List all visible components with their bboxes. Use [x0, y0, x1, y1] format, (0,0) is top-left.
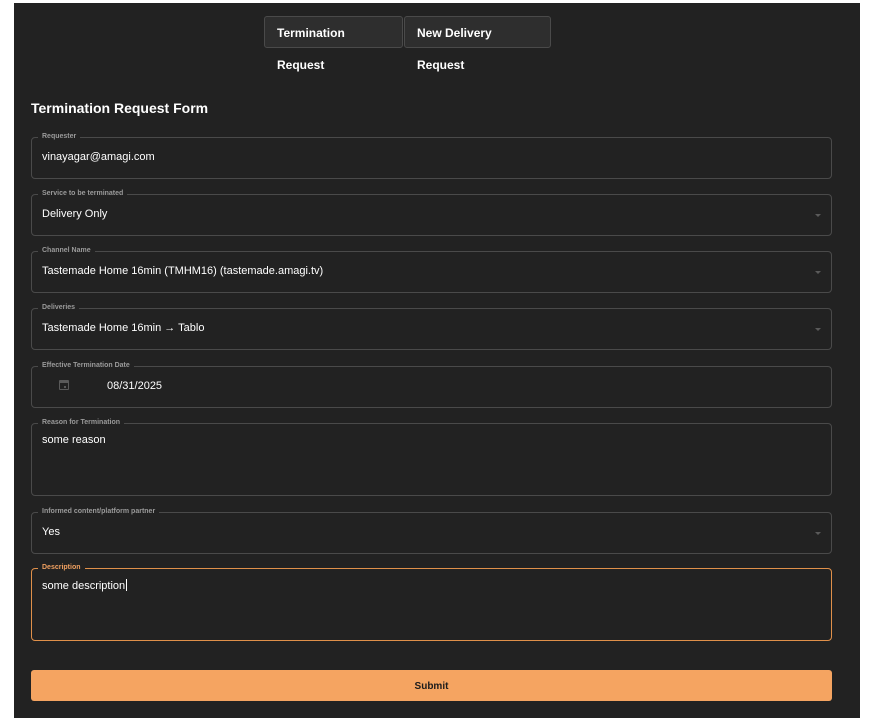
- dropdown-arrow-icon[interactable]: [815, 214, 821, 217]
- reason-textarea[interactable]: Reason for Termination some reason: [31, 417, 832, 496]
- deliveries-value: Tastemade Home 16min → Tablo: [42, 322, 205, 334]
- requester-value: vinayagar@amagi.com: [42, 151, 155, 163]
- requester-field[interactable]: Requester vinayagar@amagi.com: [31, 131, 832, 179]
- termination-date-value: 08/31/2025: [107, 380, 163, 392]
- reason-value: some reason: [42, 434, 106, 446]
- reason-label: Reason for Termination: [38, 417, 125, 429]
- calendar-icon[interactable]: [59, 380, 69, 390]
- tab-termination-request[interactable]: Termination Request: [264, 16, 403, 72]
- submit-button[interactable]: Submit: [31, 670, 832, 701]
- service-label: Service to be terminated: [38, 188, 128, 200]
- form-title: Termination Request Form: [31, 100, 209, 116]
- deliveries-label: Deliveries: [38, 302, 80, 314]
- requester-label: Requester: [38, 131, 81, 143]
- channel-select[interactable]: Channel Name Tastemade Home 16min (TMHM1…: [31, 245, 832, 293]
- request-tabs: Termination Request New Delivery Request: [264, 16, 551, 72]
- deliveries-select[interactable]: Deliveries Tastemade Home 16min → Tablo: [31, 302, 832, 350]
- description-text: some description: [42, 580, 126, 592]
- channel-value: Tastemade Home 16min (TMHM16) (tastemade…: [42, 265, 324, 277]
- dropdown-arrow-icon[interactable]: [815, 532, 821, 535]
- informed-partner-value: Yes: [42, 526, 60, 538]
- termination-date-label: Effective Termination Date: [38, 360, 134, 372]
- description-textarea[interactable]: Description some description: [31, 562, 832, 641]
- tab-new-delivery-request[interactable]: New Delivery Request: [404, 16, 551, 72]
- text-caret: [126, 579, 128, 591]
- dropdown-arrow-icon[interactable]: [815, 271, 821, 274]
- informed-partner-select[interactable]: Informed content/platform partner Yes: [31, 506, 832, 554]
- service-value: Delivery Only: [42, 208, 108, 220]
- form-panel: Termination Request New Delivery Request…: [14, 3, 860, 718]
- service-select[interactable]: Service to be terminated Delivery Only: [31, 188, 832, 236]
- informed-partner-label: Informed content/platform partner: [38, 506, 160, 518]
- description-label: Description: [38, 562, 85, 574]
- channel-label: Channel Name: [38, 245, 95, 257]
- dropdown-arrow-icon[interactable]: [815, 328, 821, 331]
- termination-date-field[interactable]: Effective Termination Date 08/31/2025: [31, 360, 832, 408]
- description-value: some description: [42, 579, 128, 592]
